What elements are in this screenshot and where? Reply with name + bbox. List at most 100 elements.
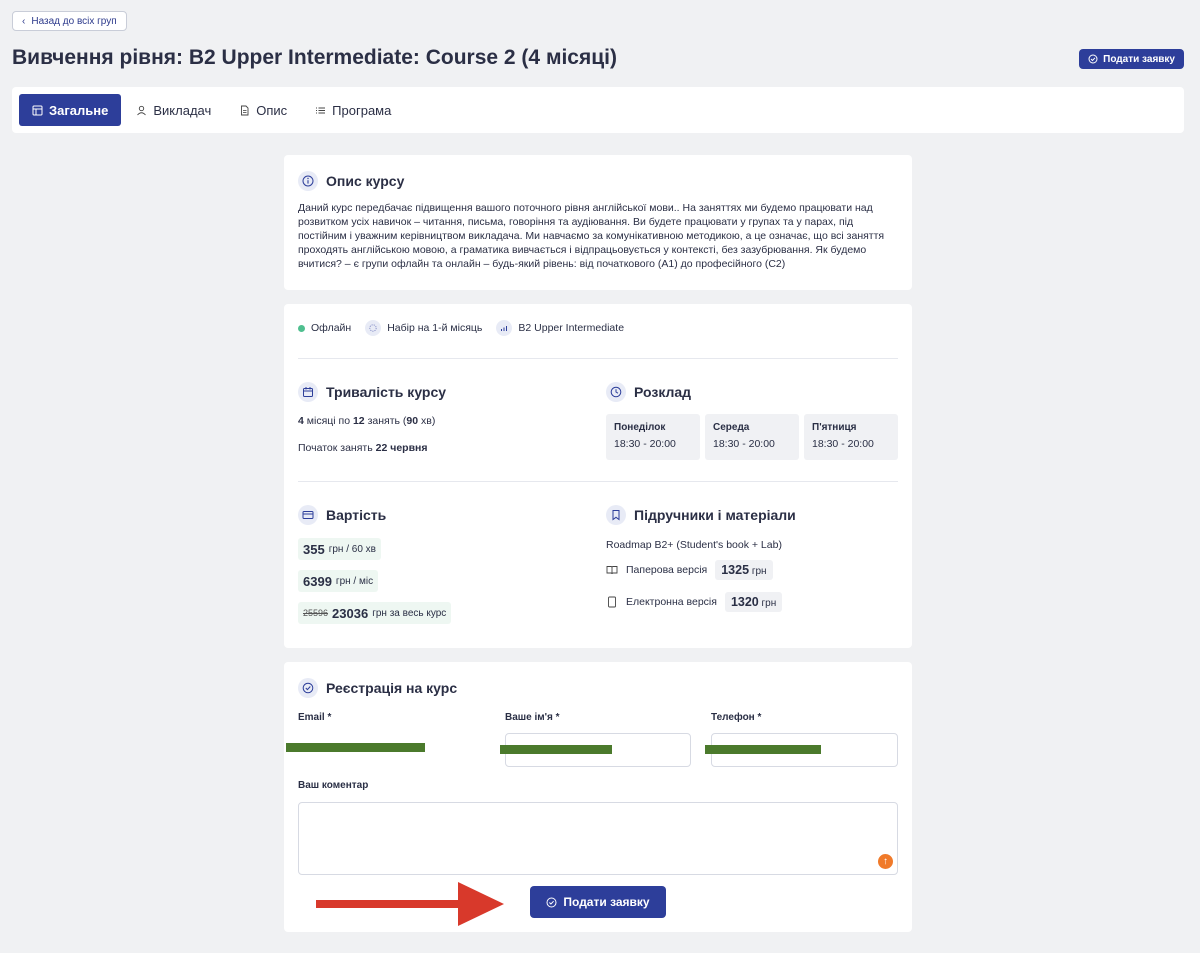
price-per-month: 6399 грн / міс <box>298 570 379 592</box>
materials-title: Підручники і матеріали <box>634 507 796 523</box>
digital-version-row: Електронна версія 1320 грн <box>606 592 783 612</box>
minutes-value: 90 <box>406 415 419 427</box>
format-badge: Офлайн <box>298 322 351 334</box>
signal-bars-icon <box>496 320 513 336</box>
redaction-mark <box>500 745 612 754</box>
format-label: Офлайн <box>311 322 352 334</box>
back-label: Назад до всіх груп <box>31 15 117 27</box>
tab-label: Викладач <box>153 102 212 118</box>
spinner-icon <box>365 320 382 336</box>
minutes-text: хв) <box>418 415 436 427</box>
list-icon <box>316 107 326 113</box>
registration-title: Реєстрація на курс <box>326 680 458 696</box>
redaction-mark <box>286 743 425 752</box>
duration-heading: Тривалість курсу <box>298 382 446 402</box>
comment-textarea[interactable]: ↑ <box>298 802 898 875</box>
email-label: Email * <box>298 712 332 723</box>
submit-application-button[interactable]: Подати заявку <box>530 886 666 918</box>
bookmark-icon <box>606 505 626 525</box>
tab-description[interactable]: Опис <box>226 94 300 126</box>
arrow-up-icon[interactable]: ↑ <box>878 854 893 869</box>
enrollment-badge: Набір на 1-й місяць <box>365 320 482 336</box>
price-value: 1325 <box>721 563 750 577</box>
schedule-title: Розклад <box>634 384 692 400</box>
price-value: 6399 <box>303 573 332 589</box>
price-unit: грн / 60 хв <box>328 543 376 555</box>
schedule-grid: Понеділок 18:30 - 20:00 Середа 18:30 - 2… <box>606 414 898 460</box>
header-submit-label: Подати заявку <box>1103 53 1175 65</box>
digital-price: 1320 грн <box>724 592 783 612</box>
header-submit-button[interactable]: Подати заявку <box>1079 49 1184 69</box>
divider <box>298 358 898 359</box>
tab-label: Програма <box>332 102 392 118</box>
price-value: 1320 <box>730 595 759 609</box>
tab-bar: Загальне Викладач Опис Програма <box>12 87 1184 133</box>
course-description-card: Опис курсу Даний курс передбачає підвище… <box>284 155 912 290</box>
tab-teacher[interactable]: Викладач <box>123 94 224 126</box>
price-value: 355 <box>303 541 325 557</box>
check-circle-icon <box>546 897 557 907</box>
tab-program[interactable]: Програма <box>302 94 404 126</box>
price-value: 23036 <box>332 605 369 621</box>
book-title: Roadmap B2+ (Student's book + Lab) <box>606 539 782 551</box>
chevron-left-icon: ‹ <box>22 15 26 27</box>
course-info-card: Офлайн Набір на 1-й місяць B2 Upper Inte… <box>284 304 912 648</box>
redaction-mark <box>705 745 821 754</box>
check-circle-icon <box>298 678 318 698</box>
credit-card-icon <box>298 505 318 525</box>
description-title: Опис курсу <box>326 173 405 189</box>
divider <box>298 481 898 482</box>
calendar-icon <box>298 382 318 402</box>
paper-price: 1325 грн <box>715 560 773 580</box>
day-time: 18:30 - 20:00 <box>812 438 874 450</box>
price-full-course: 25596 23036 грн за весь курс <box>298 602 452 624</box>
tab-label: Опис <box>256 102 288 118</box>
months-text: місяці по <box>303 415 353 427</box>
currency: грн <box>761 598 777 609</box>
phone-label: Телефон * <box>711 712 762 723</box>
price-unit: грн / міс <box>335 575 374 587</box>
description-text: Даний курс передбачає підвищення вашого … <box>298 202 885 270</box>
info-icon <box>298 171 318 191</box>
open-book-icon <box>606 566 618 575</box>
schedule-heading: Розклад <box>606 382 691 402</box>
cost-heading: Вартість <box>298 505 386 525</box>
enrollment-label: Набір на 1-й місяць <box>387 322 483 334</box>
start-date: 22 червня <box>375 442 428 454</box>
schedule-day: Понеділок 18:30 - 20:00 <box>606 414 700 460</box>
start-date-text: Початок занять 22 червня <box>298 442 428 454</box>
tab-general[interactable]: Загальне <box>19 94 122 126</box>
schedule-day: П'ятниця 18:30 - 20:00 <box>804 414 898 460</box>
paper-version-row: Паперова версія 1325 грн <box>606 560 773 580</box>
submit-label: Подати заявку <box>563 895 650 909</box>
document-icon <box>241 105 249 115</box>
old-price: 25596 <box>303 608 329 618</box>
registration-heading: Реєстрація на курс <box>298 678 457 698</box>
price-unit: грн за весь курс <box>372 607 447 619</box>
paper-label: Паперова версія <box>626 564 708 576</box>
comment-label: Ваш коментар <box>298 780 369 791</box>
day-name: Середа <box>713 422 750 433</box>
back-to-groups-button[interactable]: ‹ Назад до всіх груп <box>12 11 127 31</box>
schedule-day: Середа 18:30 - 20:00 <box>705 414 799 460</box>
start-label: Початок занять <box>298 442 376 454</box>
digital-label: Електронна версія <box>626 596 717 608</box>
lessons-text: занять ( <box>364 415 407 427</box>
day-name: Понеділок <box>614 422 666 433</box>
currency: грн <box>751 566 767 577</box>
level-badge: B2 Upper Intermediate <box>496 320 624 336</box>
duration-text: 4 місяці по 12 занять (90 хв) <box>298 415 435 427</box>
red-arrow-annotation <box>316 882 504 926</box>
clock-icon <box>606 382 626 402</box>
tab-label: Загальне <box>49 102 109 118</box>
day-time: 18:30 - 20:00 <box>614 438 676 450</box>
level-label: B2 Upper Intermediate <box>518 322 625 334</box>
day-time: 18:30 - 20:00 <box>713 438 775 450</box>
day-name: П'ятниця <box>812 422 857 433</box>
materials-heading: Підручники і матеріали <box>606 505 796 525</box>
duration-title: Тривалість курсу <box>326 384 447 400</box>
status-dot-icon <box>298 324 305 332</box>
cost-title: Вартість <box>326 507 387 523</box>
price-per-lesson: 355 грн / 60 хв <box>298 538 381 560</box>
page-title: Вивчення рівня: B2 Upper Intermediate: C… <box>12 46 617 69</box>
